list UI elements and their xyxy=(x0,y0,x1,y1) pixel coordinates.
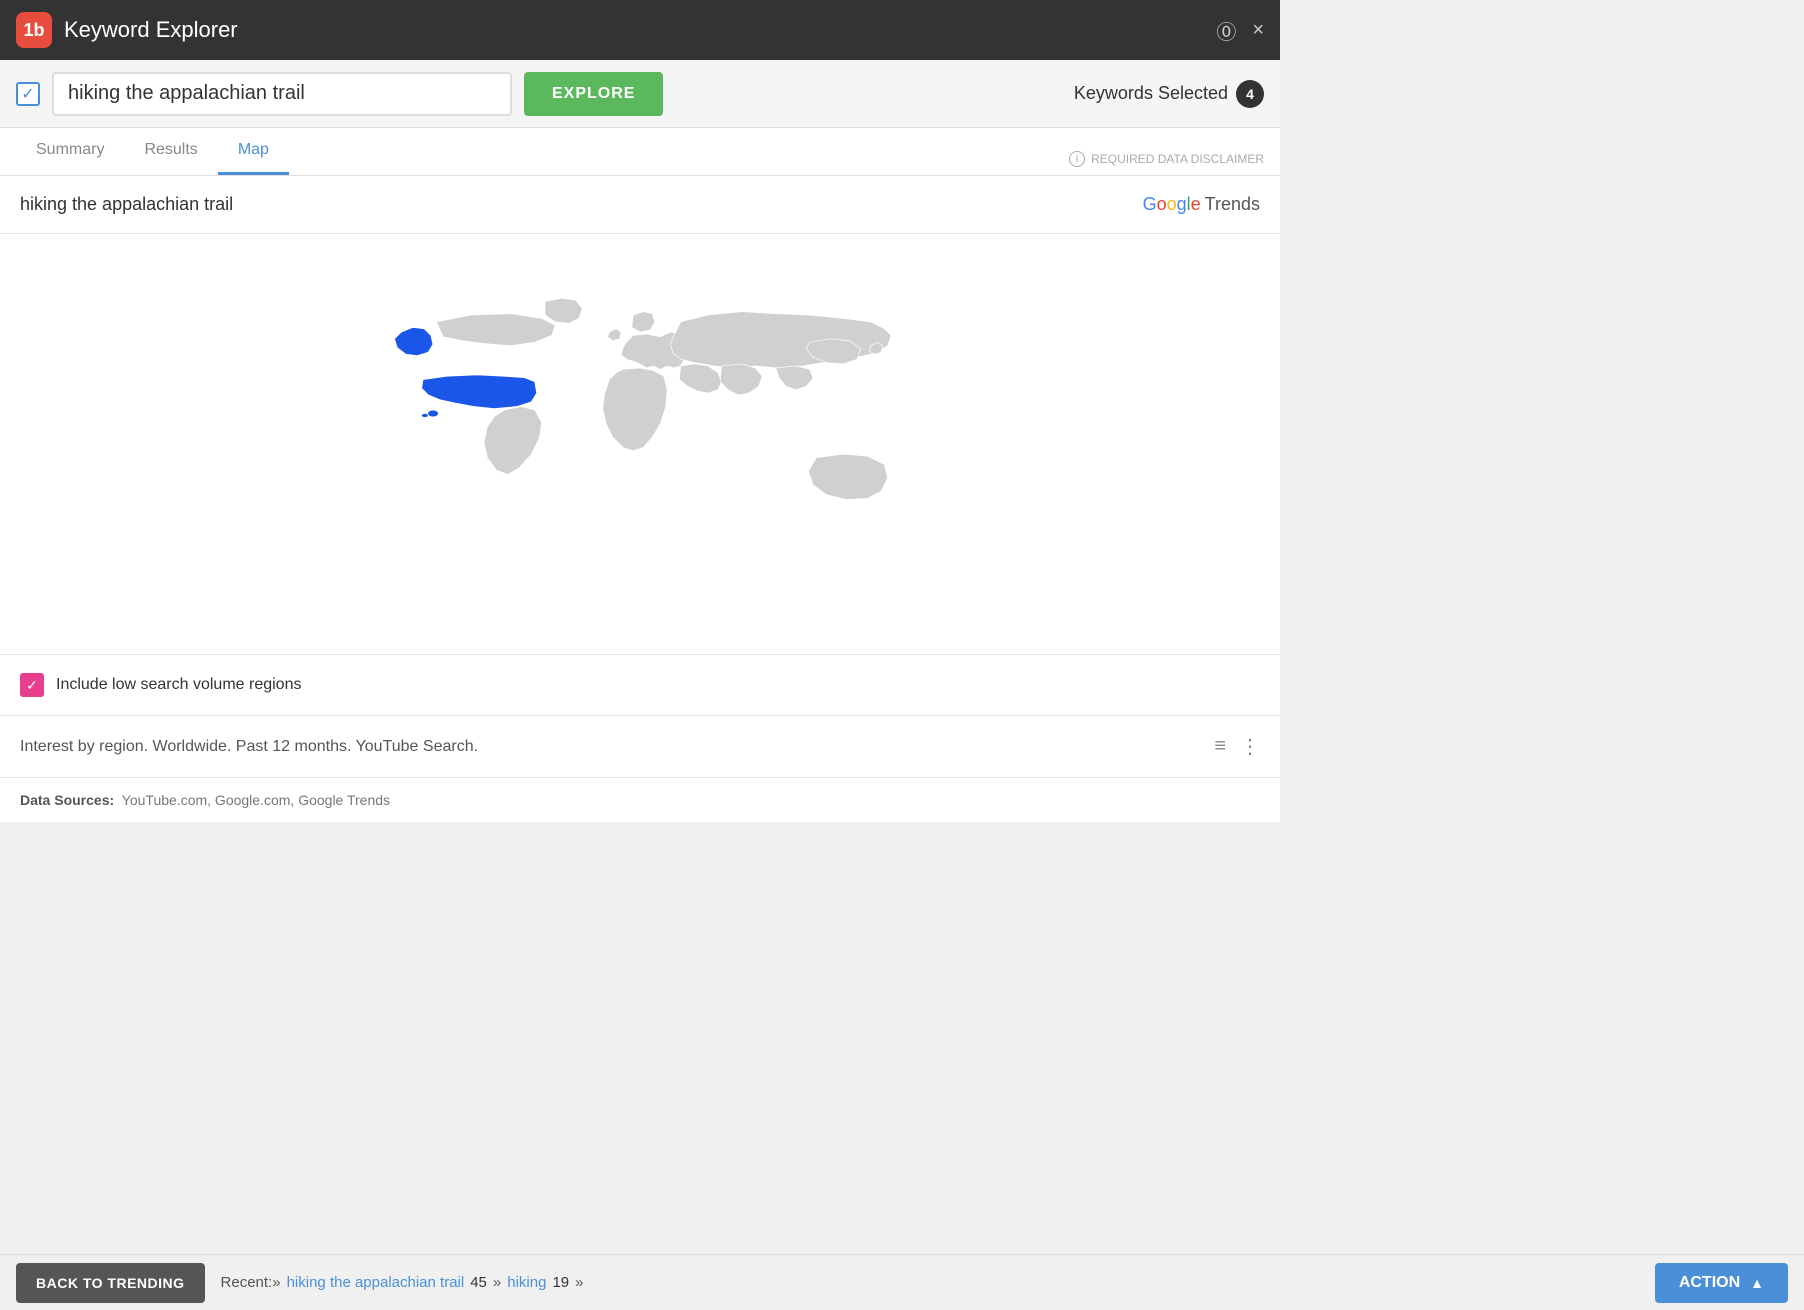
titlebar: 1b Keyword Explorer ⓪ × xyxy=(0,0,1280,60)
data-sources: Data Sources: YouTube.com, Google.com, G… xyxy=(0,778,1280,822)
main-content: hiking the appalachian trail Google Tren… xyxy=(0,176,1280,822)
titlebar-left: 1b Keyword Explorer xyxy=(16,12,238,48)
disclaimer-info-icon: i xyxy=(1069,151,1085,167)
tab-summary[interactable]: Summary xyxy=(16,128,124,175)
recent-arrow-2: » xyxy=(575,1274,583,1291)
recent-link-2[interactable]: hiking xyxy=(507,1274,546,1291)
searchbar: ✓ EXPLORE Keywords Selected 4 xyxy=(0,60,1280,128)
help-icon[interactable]: ⓪ xyxy=(1216,16,1236,45)
recent-row: Recent:» hiking the appalachian trail 45… xyxy=(221,1274,584,1291)
checkmark-icon: ✓ xyxy=(21,84,34,104)
select-checkbox[interactable]: ✓ xyxy=(16,82,40,106)
disclaimer-area: i REQUIRED DATA DISCLAIMER xyxy=(1069,151,1264,175)
google-trends-logo: Google Trends xyxy=(1143,194,1260,215)
recent-arrow-1: » xyxy=(493,1274,501,1291)
keywords-selected-label: Keywords Selected xyxy=(1074,83,1228,104)
disclaimer-text: REQUIRED DATA DISCLAIMER xyxy=(1091,152,1264,166)
tabs-left: Summary Results Map xyxy=(16,128,289,175)
tab-map[interactable]: Map xyxy=(218,128,289,175)
recent-count-1: 45 xyxy=(470,1274,487,1291)
world-map xyxy=(290,254,990,634)
recent-label: Recent:» xyxy=(221,1274,281,1291)
more-options-icon[interactable]: ⋮ xyxy=(1240,734,1260,759)
checkbox-label: Include low search volume regions xyxy=(56,676,301,694)
data-sources-label: Data Sources: xyxy=(20,792,114,808)
bottombar: BACK TO TRENDING Recent:» hiking the app… xyxy=(0,1254,1804,1310)
map-area xyxy=(0,234,1280,655)
action-arrow-icon: ▲ xyxy=(1750,1275,1764,1291)
info-actions: ≡ ⋮ xyxy=(1214,734,1260,759)
list-view-icon[interactable]: ≡ xyxy=(1214,735,1226,758)
world-map-svg xyxy=(290,254,990,634)
titlebar-right: ⓪ × xyxy=(1216,16,1264,45)
info-row: Interest by region. Worldwide. Past 12 m… xyxy=(0,716,1280,778)
tab-results[interactable]: Results xyxy=(124,128,217,175)
trend-header: hiking the appalachian trail Google Tren… xyxy=(0,176,1280,234)
info-text: Interest by region. Worldwide. Past 12 m… xyxy=(20,738,478,756)
tabs: Summary Results Map i REQUIRED DATA DISC… xyxy=(0,128,1280,176)
keywords-selected: Keywords Selected 4 xyxy=(1074,80,1264,108)
checkbox-row: ✓ Include low search volume regions xyxy=(0,655,1280,716)
search-input[interactable] xyxy=(52,72,512,116)
recent-link-1[interactable]: hiking the appalachian trail xyxy=(287,1274,465,1291)
recent-count-2: 19 xyxy=(552,1274,569,1291)
close-icon[interactable]: × xyxy=(1252,19,1264,42)
action-button[interactable]: ACTION ▲ xyxy=(1655,1263,1788,1303)
app-logo: 1b xyxy=(16,12,52,48)
explore-button[interactable]: EXPLORE xyxy=(524,72,663,116)
low-volume-checkbox[interactable]: ✓ xyxy=(20,673,44,697)
data-sources-list: YouTube.com, Google.com, Google Trends xyxy=(122,792,390,808)
trend-keyword: hiking the appalachian trail xyxy=(20,194,233,215)
keywords-count-badge: 4 xyxy=(1236,80,1264,108)
app-title: Keyword Explorer xyxy=(64,17,238,43)
back-to-trending-button[interactable]: BACK TO TRENDING xyxy=(16,1263,205,1303)
